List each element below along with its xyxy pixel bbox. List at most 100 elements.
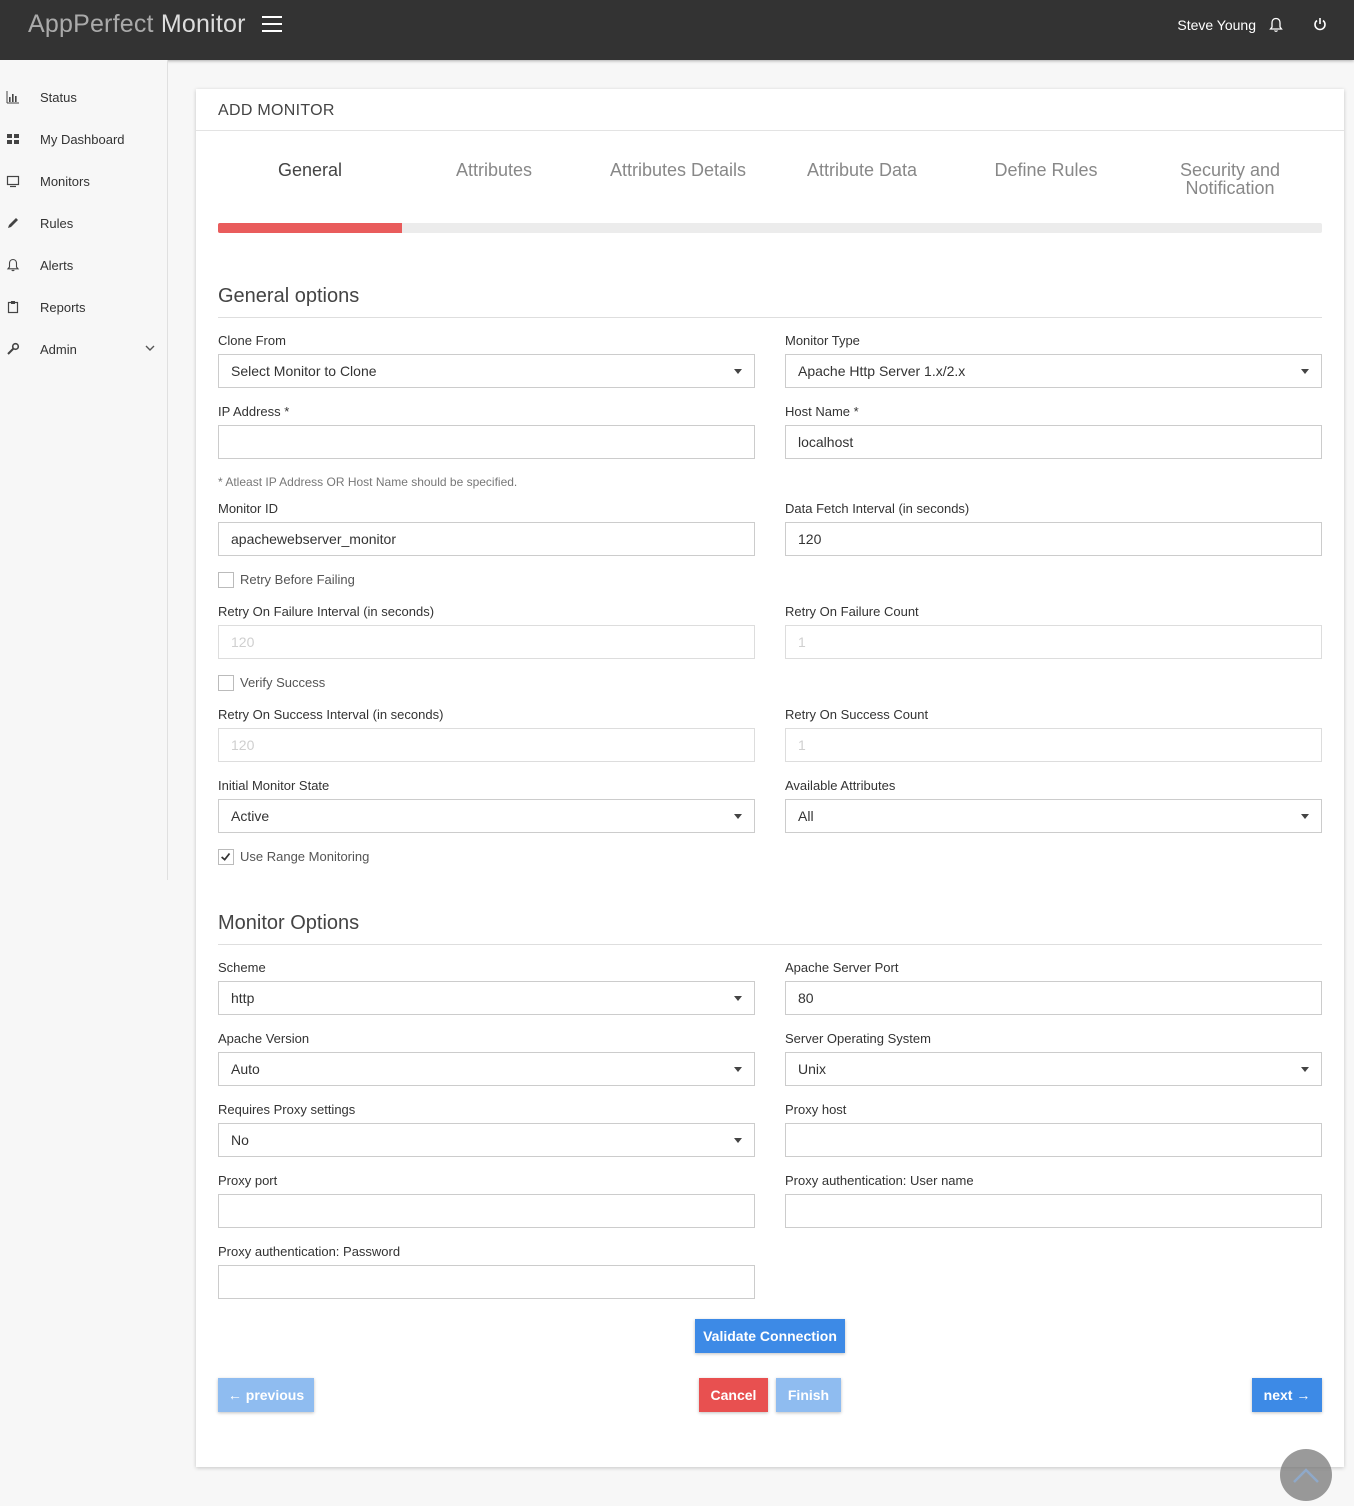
verify-success-label: Verify Success xyxy=(240,675,326,690)
next-button[interactable]: next → xyxy=(1252,1378,1322,1412)
clone-from-select[interactable]: Select Monitor to Clone xyxy=(218,354,755,388)
requires-proxy-value: No xyxy=(231,1132,249,1148)
proxy-host-label: Proxy host xyxy=(785,1102,847,1117)
finish-button[interactable]: Finish xyxy=(776,1378,841,1412)
sidebar-item-my-dashboard[interactable]: My Dashboard xyxy=(0,119,168,161)
available-attributes-label: Available Attributes xyxy=(785,778,896,793)
chevron-down-icon[interactable] xyxy=(144,342,156,354)
monitor-type-value: Apache Http Server 1.x/2.x xyxy=(798,363,966,379)
add-monitor-card: ADD MONITOR General Attributes Attribute… xyxy=(196,89,1344,1467)
cancel-button[interactable]: Cancel xyxy=(699,1378,768,1412)
sidebar-item-admin[interactable]: Admin xyxy=(0,329,168,371)
fetch-interval-label: Data Fetch Interval (in seconds) xyxy=(785,501,970,516)
previous-button[interactable]: ← previous xyxy=(218,1378,314,1412)
caret-down-icon xyxy=(734,369,742,374)
retry-before-failing-checkbox[interactable] xyxy=(218,572,234,588)
available-attributes-value: All xyxy=(798,808,814,824)
wrench-icon xyxy=(7,342,20,355)
power-icon[interactable] xyxy=(1313,16,1327,32)
apache-version-select[interactable]: Auto xyxy=(218,1052,755,1086)
clone-from-value: Select Monitor to Clone xyxy=(231,363,377,379)
server-os-value: Unix xyxy=(798,1061,827,1077)
ip-address-label: IP Address * xyxy=(218,404,290,419)
checkmark-icon xyxy=(221,852,231,861)
user-name[interactable]: Steve Young xyxy=(1177,17,1256,33)
tab-define-rules[interactable]: Define Rules xyxy=(954,161,1138,179)
caret-down-icon xyxy=(734,1138,742,1143)
bell-icon[interactable] xyxy=(1269,17,1283,33)
progress-fill xyxy=(218,223,403,233)
proxy-host-input[interactable] xyxy=(785,1123,1322,1157)
monitor-id-label: Monitor ID xyxy=(218,501,278,516)
caret-down-icon xyxy=(1301,814,1309,819)
tab-attribute-data[interactable]: Attribute Data xyxy=(770,161,954,179)
brand-name-light: AppPerfect xyxy=(28,10,161,38)
verify-success-checkbox[interactable] xyxy=(218,675,234,691)
tab-attributes[interactable]: Attributes xyxy=(402,161,586,179)
sidebar-item-label: Reports xyxy=(40,300,86,315)
scheme-value: http xyxy=(231,990,255,1006)
caret-down-icon xyxy=(1301,1067,1309,1072)
available-attributes-select[interactable]: All xyxy=(785,799,1322,833)
proxy-port-input[interactable] xyxy=(218,1194,755,1228)
use-range-monitoring-checkbox[interactable] xyxy=(218,849,234,865)
server-os-label: Server Operating System xyxy=(785,1031,931,1046)
tab-security-notification[interactable]: Security and Notification xyxy=(1138,161,1322,197)
retry-failure-interval-input[interactable] xyxy=(218,625,755,659)
monitor-icon xyxy=(6,175,20,188)
scheme-select[interactable]: http xyxy=(218,981,755,1015)
proxy-port-label: Proxy port xyxy=(218,1173,278,1188)
sidebar-item-label: Rules xyxy=(40,216,74,231)
scroll-to-top-button[interactable] xyxy=(1280,1449,1332,1501)
retry-failure-interval-label: Retry On Failure Interval (in seconds) xyxy=(218,604,435,619)
ip-address-input[interactable] xyxy=(218,425,755,459)
section-divider xyxy=(218,944,1322,945)
requires-proxy-label: Requires Proxy settings xyxy=(218,1102,356,1117)
retry-failure-count-label: Retry On Failure Count xyxy=(785,604,919,619)
server-os-select[interactable]: Unix xyxy=(785,1052,1322,1086)
tab-general[interactable]: General xyxy=(218,161,402,179)
server-port-label: Apache Server Port xyxy=(785,960,899,975)
requires-proxy-select[interactable]: No xyxy=(218,1123,755,1157)
sidebar-item-label: Status xyxy=(40,90,77,105)
monitor-type-select[interactable]: Apache Http Server 1.x/2.x xyxy=(785,354,1322,388)
sidebar-item-alerts[interactable]: Alerts xyxy=(0,245,168,287)
caret-down-icon xyxy=(1301,369,1309,374)
initial-state-select[interactable]: Active xyxy=(218,799,755,833)
hamburger-icon[interactable] xyxy=(262,16,282,32)
clipboard-icon xyxy=(7,301,19,314)
monitor-type-label: Monitor Type xyxy=(785,333,860,348)
retry-success-interval-label: Retry On Success Interval (in seconds) xyxy=(218,707,444,722)
wizard-progress-bar xyxy=(218,223,1322,233)
app-brand[interactable]: AppPerfect Monitor xyxy=(28,10,246,39)
retry-success-count-input[interactable] xyxy=(785,728,1322,762)
proxy-password-input[interactable] xyxy=(218,1265,755,1299)
sidebar-item-status[interactable]: Status xyxy=(0,77,168,119)
sidebar-item-rules[interactable]: Rules xyxy=(0,203,168,245)
initial-state-value: Active xyxy=(231,808,270,824)
sidebar-item-label: My Dashboard xyxy=(40,132,125,147)
sidebar-item-monitors[interactable]: Monitors xyxy=(0,161,168,203)
top-navbar: AppPerfect Monitor Steve Young xyxy=(0,0,1354,60)
pencil-icon xyxy=(8,218,18,228)
proxy-user-label: Proxy authentication: User name xyxy=(785,1173,974,1188)
validate-connection-button[interactable]: Validate Connection xyxy=(695,1319,845,1353)
bar-chart-icon xyxy=(6,91,19,104)
brand-name-strong: Monitor xyxy=(160,10,246,38)
retry-success-interval-input[interactable] xyxy=(218,728,755,762)
fetch-interval-input[interactable] xyxy=(785,522,1322,556)
sidebar-item-reports[interactable]: Reports xyxy=(0,287,168,329)
caret-down-icon xyxy=(734,814,742,819)
initial-state-label: Initial Monitor State xyxy=(218,778,330,793)
server-port-input[interactable] xyxy=(785,981,1322,1015)
apache-version-value: Auto xyxy=(231,1061,260,1077)
sidebar-item-label: Admin xyxy=(40,342,77,357)
sidebar-item-label: Alerts xyxy=(40,258,74,273)
retry-failure-count-input[interactable] xyxy=(785,625,1322,659)
card-header: ADD MONITOR xyxy=(196,89,1344,131)
tab-attributes-details[interactable]: Attributes Details xyxy=(586,161,770,179)
host-name-input[interactable] xyxy=(785,425,1322,459)
apache-version-label: Apache Version xyxy=(218,1031,310,1046)
monitor-id-input[interactable] xyxy=(218,522,755,556)
proxy-user-input[interactable] xyxy=(785,1194,1322,1228)
